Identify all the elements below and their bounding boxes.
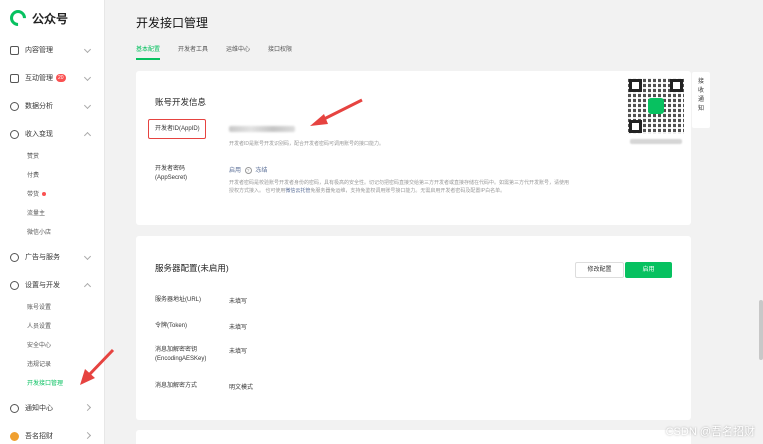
sidebar-item-account[interactable]: 账号设置	[0, 299, 104, 318]
chevron-right-icon	[83, 403, 92, 412]
cloud-hosting-link[interactable]: 微信云托管	[285, 188, 310, 194]
encryption-mode-label: 消息加解密方式	[155, 383, 198, 389]
chevron-right-icon	[83, 431, 92, 440]
next-card	[136, 430, 691, 444]
nav-group-account-name[interactable]: 吾名招财	[0, 422, 104, 444]
token-label: 令牌(Token)	[155, 323, 188, 329]
server-section-title: 服务器配置(未启用)	[155, 263, 229, 273]
help-icon[interactable]: ?	[244, 166, 252, 174]
page-title: 开发接口管理	[136, 16, 209, 30]
enable-button[interactable]: 启用	[625, 262, 672, 278]
avatar	[10, 431, 19, 441]
aes-key-value: 未填写	[229, 349, 248, 355]
nav-group-ads[interactable]: 广告与服务	[0, 243, 104, 271]
nav-group-monetization[interactable]: 收入变现	[0, 120, 104, 148]
appid-value-redacted[interactable]	[229, 126, 295, 132]
bell-icon	[10, 403, 19, 413]
nav-group-interaction[interactable]: 互动管理 20	[0, 64, 104, 92]
enable-secret-link[interactable]: 启用	[229, 168, 241, 174]
nav-group-settings[interactable]: 设置与开发	[0, 271, 104, 299]
appsecret-desc: 开发者密码是校验账号开发者身份的密码，具有极高的安全性。切记勿把密码直接交给第三…	[229, 180, 570, 194]
receive-notification-button[interactable]: 接收通知	[692, 72, 710, 128]
scrollbar[interactable]	[759, 300, 763, 360]
qr-code-panel	[622, 72, 690, 150]
chevron-down-icon	[83, 73, 92, 82]
appsecret-actions: 启用 ? 冻结	[229, 165, 267, 174]
tab-dev-tools[interactable]: 开发者工具	[178, 44, 208, 60]
chevron-down-icon	[83, 252, 92, 261]
unread-badge: 20	[56, 74, 66, 82]
sidebar-item-reward[interactable]: 赞赏	[0, 148, 104, 167]
chat-icon	[10, 73, 19, 83]
new-dot	[42, 192, 47, 197]
sidebar-item-violations[interactable]: 违规记录	[0, 356, 104, 375]
coin-icon	[10, 129, 19, 139]
server-url-value: 未填写	[229, 299, 248, 305]
sidebar-item-security[interactable]: 安全中心	[0, 337, 104, 356]
server-url-label: 服务器地址(URL)	[155, 297, 201, 303]
appid-label: 开发者ID(AppID)	[155, 126, 200, 132]
brand[interactable]: 公众号	[0, 0, 104, 36]
edit-config-button[interactable]: 修改配置	[575, 262, 624, 278]
chevron-up-icon	[83, 131, 92, 140]
account-section-title: 账号开发信息	[155, 97, 207, 107]
document-icon	[10, 45, 19, 55]
nav-group-analytics[interactable]: 数据分析	[0, 92, 104, 120]
token-value: 未填写	[229, 325, 248, 331]
account-info-card: 账号开发信息 开发者ID(AppID) 开发者ID是账号开发识别码，配合开发者密…	[136, 71, 691, 225]
gear-icon	[10, 280, 19, 290]
encryption-mode-value: 明文模式	[229, 385, 254, 391]
main-content: 开发接口管理 基本配置 开发者工具 运维中心 接口权限 账号开发信息 开发者ID…	[105, 0, 763, 444]
chevron-down-icon	[83, 45, 92, 54]
chevron-up-icon	[83, 282, 92, 291]
sidebar-item-goods[interactable]: 带货	[0, 186, 104, 205]
sidebar: 公众号 内容管理 互动管理 20 数据分析 收入变现 赞赏 付费 带货 流量主 …	[0, 0, 105, 444]
sidebar-item-shop[interactable]: 微信小店	[0, 224, 104, 243]
compass-icon	[10, 252, 19, 262]
wechat-logo-icon	[648, 98, 664, 114]
freeze-secret-link[interactable]: 冻结	[255, 168, 267, 174]
brand-logo-icon	[6, 6, 30, 30]
sidebar-item-members[interactable]: 人员设置	[0, 318, 104, 337]
watermark: CSDN @吾名招财	[665, 426, 755, 438]
appsecret-label: 开发者密码(AppSecret)	[155, 166, 188, 181]
brand-name: 公众号	[32, 11, 69, 26]
nav-group-notifications[interactable]: 通知中心	[0, 394, 104, 422]
tab-basic-config[interactable]: 基本配置	[136, 44, 161, 60]
sidebar-item-paid[interactable]: 付费	[0, 167, 104, 186]
server-config-card: 服务器配置(未启用) 修改配置 启用 服务器地址(URL) 未填写 令牌(Tok…	[136, 236, 691, 420]
tab-api-permissions[interactable]: 接口权限	[268, 44, 292, 60]
sidebar-item-traffic[interactable]: 流量主	[0, 205, 104, 224]
aes-key-label: 消息加解密密钥 (EncodingAESKey)	[155, 347, 207, 362]
chart-icon	[10, 101, 19, 111]
tab-ops-center[interactable]: 运维中心	[226, 44, 250, 60]
chevron-down-icon	[83, 101, 92, 110]
appid-desc: 开发者ID是账号开发识别码，配合开发者密码可调用账号的接口能力。	[229, 141, 385, 147]
sidebar-item-dev-interface[interactable]: 开发接口管理	[0, 375, 104, 394]
nav-group-content[interactable]: 内容管理	[0, 36, 104, 64]
tab-bar: 基本配置 开发者工具 运维中心 接口权限	[136, 44, 310, 60]
qr-caption-redacted	[630, 139, 682, 144]
